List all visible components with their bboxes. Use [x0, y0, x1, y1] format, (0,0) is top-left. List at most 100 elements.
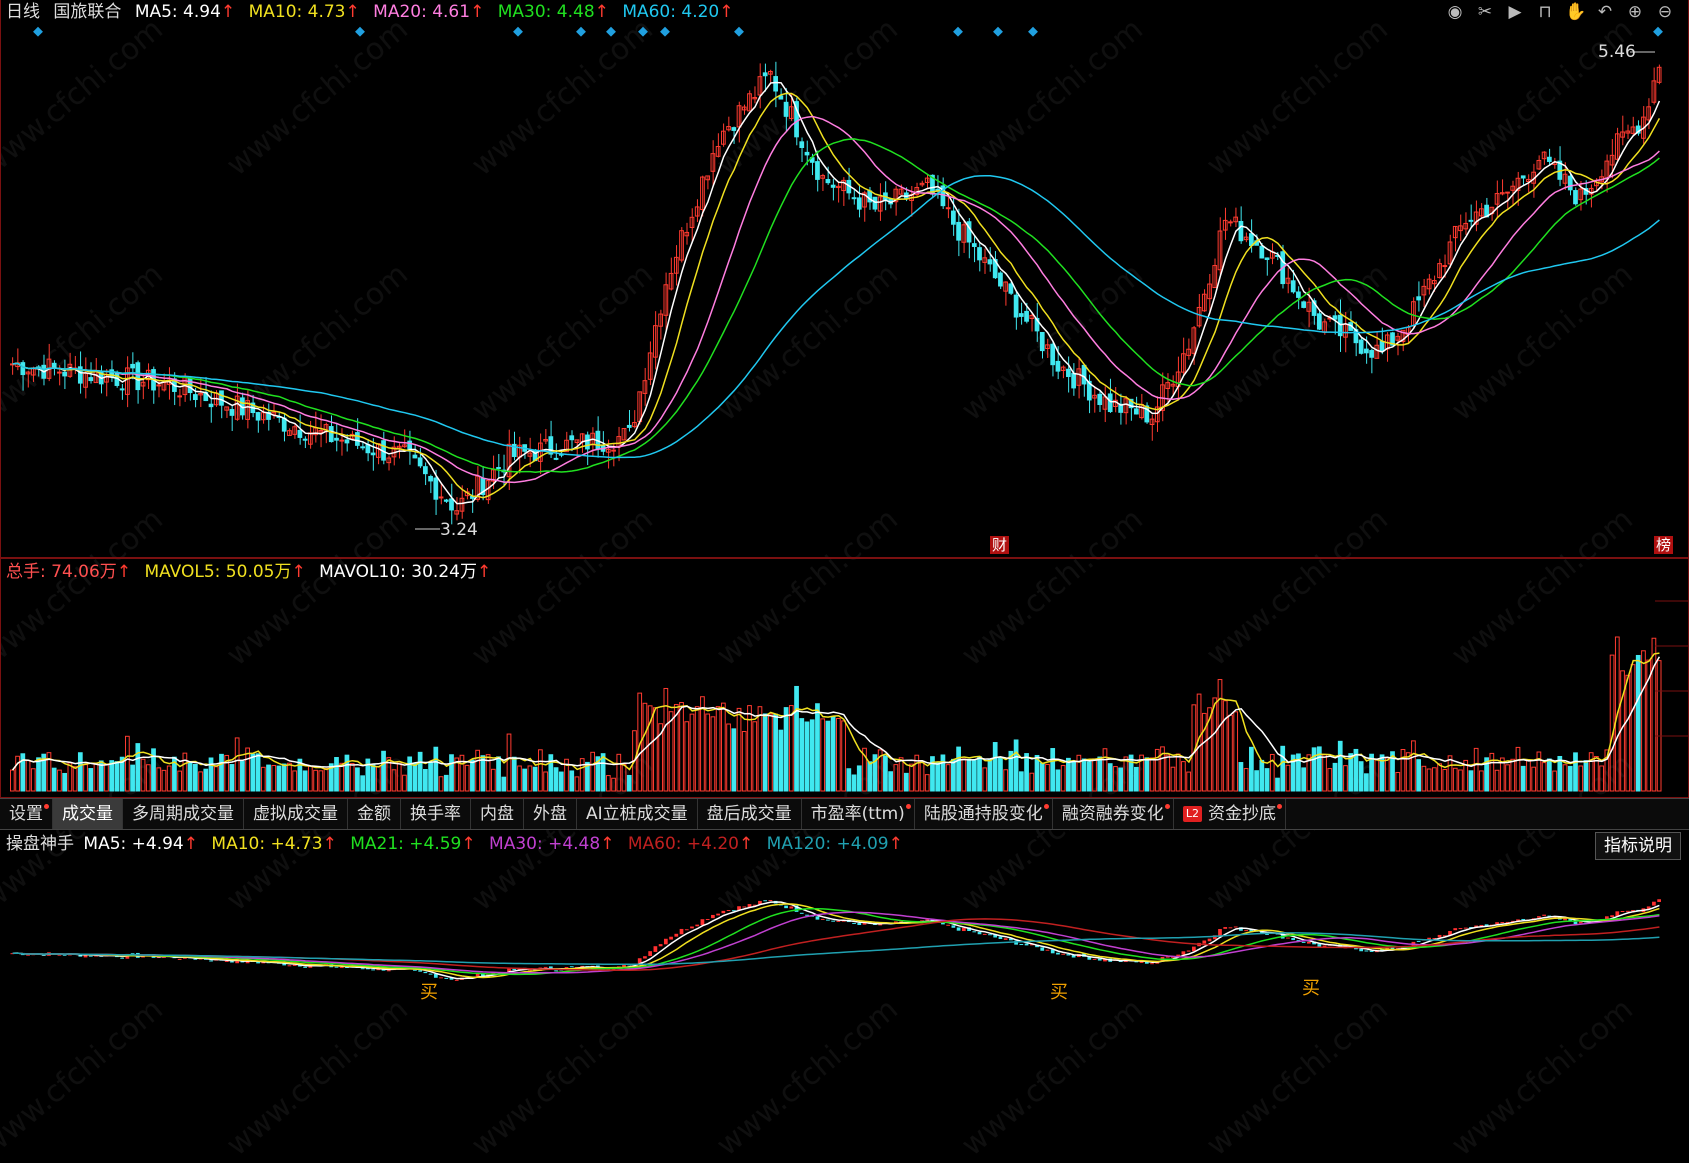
event-diamond-icon[interactable] — [993, 26, 1003, 37]
volume-bar — [496, 756, 501, 792]
tab-5[interactable]: 换手率 — [401, 799, 471, 829]
volume-bar — [1118, 767, 1124, 792]
zoom-out-icon[interactable]: ⊖ — [1655, 2, 1675, 22]
volume-chart[interactable] — [0, 586, 1689, 798]
event-diamond-icon[interactable] — [513, 26, 523, 37]
ma20-value: MA20: 4.61↑ — [373, 2, 485, 22]
volume-bar — [1102, 748, 1108, 792]
indicator-candle — [439, 977, 443, 979]
event-diamond-icon[interactable] — [355, 26, 365, 37]
candlestick-chart[interactable] — [0, 24, 1689, 558]
volume-bar — [25, 760, 31, 792]
candle — [773, 76, 778, 92]
tab-3[interactable]: 虚拟成交量 — [244, 799, 348, 829]
tab-label: 市盈率(ttm) — [810, 804, 905, 824]
candle — [1013, 294, 1019, 318]
volume-bar — [1066, 757, 1071, 792]
indicator-explain-button[interactable]: 指标说明 — [1595, 832, 1681, 860]
event-diamond-icon[interactable] — [33, 26, 43, 37]
volume-bar — [1071, 760, 1076, 792]
tab-1[interactable]: 成交量 — [53, 799, 123, 829]
chart-toolbar: ◉ ✂ ▶ ⊓ ✋ ↶ ⊕ ⊖ — [1445, 0, 1675, 24]
lock-icon[interactable]: ⊓ — [1535, 2, 1555, 22]
indicator-candle — [177, 958, 182, 960]
volume-bar — [67, 762, 73, 792]
event-diamond-icon[interactable] — [953, 26, 963, 37]
event-diamond-icon[interactable] — [1653, 26, 1663, 37]
volume-bar — [339, 762, 345, 792]
volume-bar — [689, 713, 695, 792]
event-diamond-icon[interactable] — [606, 26, 616, 37]
volume-bar — [1055, 769, 1061, 792]
volume-bar — [1594, 756, 1599, 792]
indicator-candle — [1453, 928, 1458, 931]
volume-bar — [1060, 765, 1066, 792]
indicator-candle — [1056, 952, 1060, 955]
tab-6[interactable]: 内盘 — [471, 799, 524, 829]
volume-bar — [1489, 752, 1495, 792]
event-diamond-icon[interactable] — [734, 26, 744, 37]
event-diamond-icon[interactable] — [638, 26, 648, 37]
volume-bar — [470, 759, 475, 792]
volume-bar — [1280, 745, 1286, 792]
volume-bar — [93, 762, 99, 792]
volume-bar — [1599, 765, 1604, 792]
volume-bar — [1201, 712, 1207, 792]
undo-icon[interactable]: ↶ — [1595, 2, 1615, 22]
tab-12[interactable]: 融资融券变化 — [1053, 799, 1174, 829]
mavol5-line — [12, 652, 1660, 771]
indicator-chart[interactable] — [0, 860, 1689, 1005]
indicator-candle — [988, 934, 992, 936]
indicator-candle — [1657, 899, 1661, 902]
volume-bar — [62, 772, 68, 792]
volume-bar — [1442, 769, 1448, 792]
tab-label: 外盘 — [533, 804, 567, 824]
indicator-candle — [1040, 947, 1045, 951]
tab-7[interactable]: 外盘 — [524, 799, 577, 829]
scissors-icon[interactable]: ✂ — [1475, 2, 1495, 22]
ranking-marker[interactable]: 榜 — [1654, 536, 1674, 554]
event-diamond-icon[interactable] — [1028, 26, 1038, 37]
eye-icon[interactable]: ◉ — [1445, 2, 1465, 22]
candle — [731, 127, 737, 131]
candle — [1290, 280, 1296, 293]
volume-legend: 总手: 74.06万↑ MAVOL5: 50.05万↑ MAVOL10: 30.… — [6, 560, 499, 584]
tab-0[interactable]: 设置 — [0, 799, 53, 829]
tab-10[interactable]: 市盈率(ttm) — [802, 799, 915, 829]
event-diamond-icon[interactable] — [576, 26, 586, 37]
candle — [1332, 315, 1338, 320]
volume-bar — [391, 769, 397, 792]
finance-marker[interactable]: 财 — [990, 536, 1010, 554]
tab-8[interactable]: AI立桩成交量 — [577, 799, 698, 829]
indicator-candle — [1223, 927, 1228, 929]
indicator-candle — [543, 966, 548, 968]
tab-13[interactable]: L2 资金抄底 — [1174, 799, 1286, 829]
volume-bar — [1149, 757, 1155, 792]
volume-bar — [1133, 766, 1139, 792]
period-label[interactable]: 日线 — [6, 2, 40, 22]
volume-bar — [977, 756, 982, 792]
tab-label: 融资融券变化 — [1061, 804, 1164, 824]
play-icon[interactable]: ▶ — [1505, 2, 1525, 22]
tab-4[interactable]: 金额 — [348, 799, 401, 829]
indicator-candle — [742, 906, 747, 908]
candle — [428, 475, 433, 482]
tab-9[interactable]: 盘后成交量 — [698, 799, 802, 829]
indicator-candle — [763, 900, 768, 902]
indicator-candle — [371, 969, 375, 971]
candle — [585, 434, 590, 450]
volume-bar — [156, 767, 162, 792]
tab-2[interactable]: 多周期成交量 — [123, 799, 244, 829]
event-diamond-icon[interactable] — [660, 26, 670, 37]
candle — [569, 435, 575, 441]
indicator-candle — [648, 951, 653, 956]
candle — [339, 439, 345, 442]
tab-11[interactable]: 陆股通持股变化 — [915, 799, 1053, 829]
hand-icon[interactable]: ✋ — [1565, 2, 1586, 22]
volume-bar — [679, 702, 684, 792]
zoom-in-icon[interactable]: ⊕ — [1625, 2, 1645, 22]
volume-bar — [1447, 755, 1453, 792]
indicator-candle — [224, 960, 229, 962]
candle — [1071, 372, 1076, 389]
indicator-candle — [1463, 927, 1468, 929]
